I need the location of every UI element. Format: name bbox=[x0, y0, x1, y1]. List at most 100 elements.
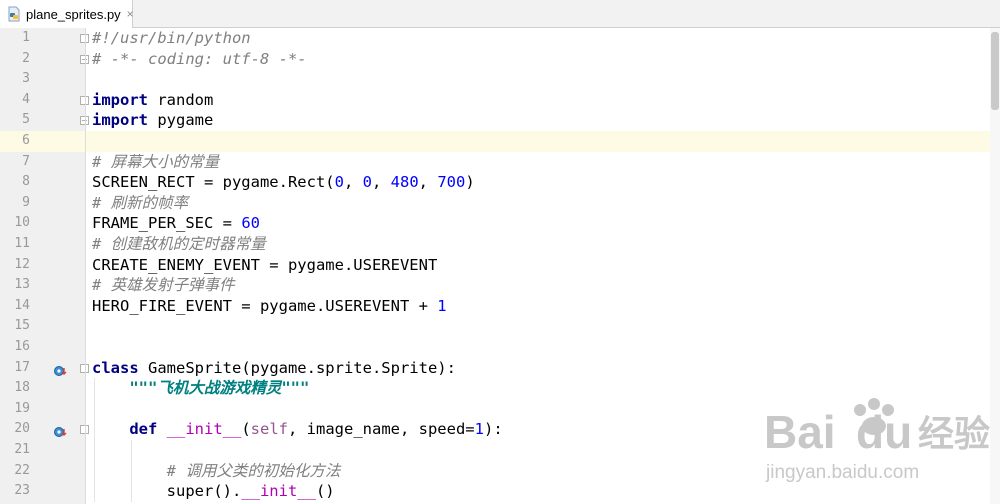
line-number: 18 bbox=[14, 380, 30, 396]
line-number: 21 bbox=[14, 442, 30, 457]
code-line[interactable]: # -*- coding: utf-8 -*- bbox=[86, 49, 990, 70]
code-line[interactable] bbox=[86, 69, 990, 90]
code-token: 480 bbox=[390, 173, 419, 192]
code-token: 1 bbox=[474, 420, 484, 439]
code-token: 700 bbox=[437, 173, 466, 192]
watermark-cn-text: 经验 bbox=[918, 413, 990, 454]
code-token: ) bbox=[465, 173, 475, 192]
code-line[interactable] bbox=[86, 337, 990, 358]
code-token: import bbox=[92, 111, 148, 130]
code-token: self bbox=[250, 420, 288, 439]
code-token: random bbox=[148, 90, 214, 109]
code-token: import bbox=[92, 90, 148, 109]
line-number: 4 bbox=[22, 91, 30, 107]
code-line[interactable]: # 创建敌机的定时器常量 bbox=[86, 234, 990, 255]
line-number: 14 bbox=[14, 297, 30, 313]
tab-label: plane_sprites.py bbox=[26, 6, 121, 22]
code-line[interactable] bbox=[86, 131, 990, 152]
code-token: FRAME_PER_SEC = bbox=[92, 214, 242, 233]
code-line-content: # 调用父类的初始化方法 bbox=[92, 461, 341, 482]
code-line-content: # 屏幕大小的常量 bbox=[92, 152, 219, 173]
line-number: 1 bbox=[22, 30, 30, 45]
code-token: , bbox=[372, 173, 391, 192]
line-number: 13 bbox=[14, 277, 30, 293]
code-line-content: import pygame bbox=[92, 110, 213, 131]
vertical-scrollbar-thumb[interactable] bbox=[991, 32, 999, 110]
code-token: ( bbox=[241, 420, 251, 439]
code-token: class bbox=[92, 358, 139, 377]
code-token: def bbox=[129, 420, 158, 439]
code-line[interactable]: SCREEN_RECT = pygame.Rect(0, 0, 480, 700… bbox=[86, 172, 990, 193]
override-arrow-icon[interactable] bbox=[54, 362, 68, 376]
code-line[interactable]: # 英雄发射子弹事件 bbox=[86, 275, 990, 296]
code-line[interactable]: CREATE_ENEMY_EVENT = pygame.USEREVENT bbox=[86, 255, 990, 276]
code-line-content: # 刷新的帧率 bbox=[92, 193, 188, 214]
code-line[interactable]: # 刷新的帧率 bbox=[86, 193, 990, 214]
code-token: pygame bbox=[148, 111, 214, 130]
indent-guide bbox=[94, 378, 95, 502]
line-number: 15 bbox=[14, 318, 30, 334]
editor-gutter: 1 2 3 4 5 6 7 8 9 10 11 12 13 14 15 16 17 18 19 20 21 22 23 bbox=[0, 28, 89, 504]
code-token: #!/usr/bin/python bbox=[92, 29, 251, 47]
line-number: 12 bbox=[14, 256, 30, 272]
close-icon[interactable]: × bbox=[127, 7, 134, 21]
code-token: """飞机大战游戏精灵""" bbox=[129, 379, 310, 398]
code-line-content: class GameSprite(pygame.sprite.Sprite): bbox=[92, 358, 456, 379]
code-line-content: #!/usr/bin/python bbox=[92, 28, 251, 49]
code-line[interactable]: #!/usr/bin/python bbox=[86, 28, 990, 49]
line-number: 17 bbox=[14, 359, 30, 375]
indent-guide bbox=[131, 440, 132, 502]
code-line-content: HERO_FIRE_EVENT = pygame.USEREVENT + 1 bbox=[92, 296, 447, 317]
line-number: 23 bbox=[14, 483, 30, 499]
code-token: () bbox=[315, 482, 335, 501]
code-token: , bbox=[343, 173, 363, 192]
code-line[interactable]: import random bbox=[86, 90, 990, 111]
line-number: 16 bbox=[14, 339, 30, 354]
line-number: 10 bbox=[14, 215, 30, 231]
code-line-content: # 创建敌机的定时器常量 bbox=[92, 234, 266, 255]
code-line-content: FRAME_PER_SEC = 60 bbox=[92, 213, 260, 234]
code-line-content: CREATE_ENEMY_EVENT = pygame.USEREVENT bbox=[92, 255, 437, 276]
line-number: 7 bbox=[22, 153, 30, 169]
code-token: # 刷新的帧率 bbox=[92, 193, 189, 212]
override-arrow-icon[interactable] bbox=[54, 423, 68, 438]
code-line[interactable]: class GameSprite(pygame.sprite.Sprite): bbox=[86, 358, 990, 379]
line-number: 22 bbox=[14, 462, 30, 478]
code-line-content: # 英雄发射子弹事件 bbox=[92, 275, 235, 296]
baidu-jingyan-watermark: Bai du 经验 jingyan.baidu.com bbox=[764, 398, 990, 483]
code-token: , bbox=[418, 173, 438, 192]
code-line[interactable]: import pygame bbox=[86, 110, 990, 131]
code-token: 60 bbox=[241, 214, 260, 233]
line-number: 8 bbox=[22, 174, 30, 190]
line-number: 2 bbox=[22, 50, 30, 66]
code-line[interactable]: # 屏幕大小的常量 bbox=[86, 152, 990, 173]
watermark-logo-text: Bai bbox=[764, 406, 836, 458]
line-number: 19 bbox=[14, 400, 30, 416]
code-token: 0 bbox=[362, 173, 372, 192]
python-file-icon bbox=[6, 6, 22, 22]
code-line[interactable] bbox=[86, 316, 990, 337]
code-token: __init__ bbox=[166, 420, 242, 439]
watermark-logo-text-2: du bbox=[856, 406, 912, 458]
code-token: ): bbox=[483, 420, 503, 439]
code-token: __init__ bbox=[241, 482, 316, 501]
code-token: # 英雄发射子弹事件 bbox=[92, 276, 235, 295]
code-line-content: import random bbox=[92, 90, 213, 111]
tab-plane-sprites[interactable]: plane_sprites.py × bbox=[0, 0, 134, 28]
code-line-content: super().__init__() bbox=[92, 481, 335, 502]
code-token: 1 bbox=[437, 296, 447, 315]
code-line-content: def __init__(self, image_name, speed=1): bbox=[92, 419, 503, 440]
line-number: 11 bbox=[14, 236, 30, 251]
code-line[interactable]: FRAME_PER_SEC = 60 bbox=[86, 213, 990, 234]
editor-tab-bar: plane_sprites.py × bbox=[0, 0, 1000, 28]
code-token: # 创建敌机的定时器常量 bbox=[92, 235, 266, 253]
code-token: # -*- coding: utf-8 -*- bbox=[92, 49, 307, 68]
code-token: HERO_FIRE_EVENT = pygame.USEREVENT + bbox=[92, 296, 438, 315]
code-line[interactable]: HERO_FIRE_EVENT = pygame.USEREVENT + 1 bbox=[86, 296, 990, 317]
code-token: super(). bbox=[92, 482, 242, 501]
code-token: CREATE_ENEMY_EVENT = pygame.USEREVENT bbox=[92, 255, 438, 274]
code-line-content: SCREEN_RECT = pygame.Rect(0, 0, 480, 700… bbox=[92, 172, 475, 193]
